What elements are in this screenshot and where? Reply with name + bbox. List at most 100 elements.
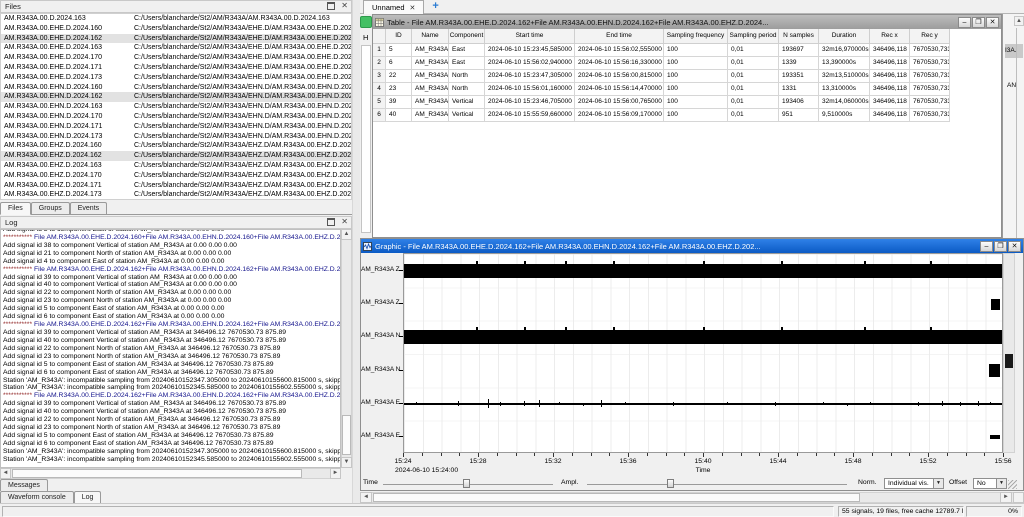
file-row[interactable]: AM.R343A.00.EHE.D.2024.162C:/Users/blanc… [1, 34, 351, 44]
vertical-splitter[interactable] [352, 0, 360, 503]
trace-label: AM_R343A Z [361, 266, 399, 273]
file-row[interactable]: AM.R343A.00.EHZ.D.2024.171C:/Users/blanc… [1, 181, 351, 191]
file-row[interactable]: AM.R343A.00.EHN.D.2024.163C:/Users/blanc… [1, 102, 351, 112]
plot-vscroll-thumb[interactable] [1005, 354, 1013, 368]
close-icon[interactable]: ✕ [1008, 241, 1021, 252]
tab-messages[interactable]: Messages [0, 479, 48, 491]
close-panel-icon[interactable]: ✕ [341, 218, 348, 226]
table-cell: 2024-06-10 15:56:02,555000 [575, 44, 664, 57]
file-row[interactable]: AM.R343A.00.EHZ.D.2024.173C:/Users/blanc… [1, 190, 351, 200]
file-path: C:/Users/blancharde/St2/AM/R343A/EHZ.D/A… [134, 161, 351, 171]
table-row[interactable]: 640AM_R343AVertical2024-06-10 15:55:59,6… [373, 109, 1001, 122]
file-row[interactable]: AM.R343A.00.EHZ.D.2024.162C:/Users/blanc… [1, 151, 351, 161]
file-row[interactable]: AM.R343A.00.EHN.D.2024.173C:/Users/blanc… [1, 132, 351, 142]
table-row[interactable]: 15AM_R343AEast2024-06-10 15:23:45,585000… [373, 44, 1001, 57]
float-panel-icon[interactable] [327, 2, 335, 10]
file-name: AM.R343A.00.EHN.D.2024.170 [1, 112, 134, 122]
log-hscroll-thumb[interactable] [12, 469, 302, 478]
scroll-up-icon[interactable]: ▲ [1014, 16, 1024, 26]
file-row[interactable]: AM.R343A.00.EHZ.D.2024.160C:/Users/blanc… [1, 141, 351, 151]
waveform-spike [847, 403, 848, 406]
trace-label: AM_R343A E [361, 399, 399, 406]
tab-groups[interactable]: Groups [31, 202, 70, 214]
file-path: C:/Users/blancharde/St2/AM/R343A/EHE.D/A… [134, 34, 351, 44]
column-header[interactable]: Sampling period [728, 29, 779, 44]
log-vscroll-thumb[interactable] [342, 415, 351, 455]
table-cell: 100 [664, 83, 728, 96]
table-cell: AM_R343A [412, 109, 449, 122]
column-header[interactable]: Rec x [870, 29, 910, 44]
file-path: C:/Users/blancharde/St2/AM/R343A/EHN.D/A… [134, 112, 351, 122]
file-row[interactable]: AM.R343A.00.D.2024.163C:/Users/blanchard… [1, 14, 351, 24]
file-row[interactable]: AM.R343A.00.EHZ.D.2024.163C:/Users/blanc… [1, 161, 351, 171]
column-header[interactable]: N samples [779, 29, 819, 44]
tab-files[interactable]: Files [0, 202, 31, 215]
file-row[interactable]: AM.R343A.00.EHE.D.2024.173C:/Users/blanc… [1, 73, 351, 83]
mdi-hscroll-thumb[interactable] [373, 493, 860, 502]
scroll-right-icon[interactable]: ► [330, 468, 341, 479]
scroll-left-icon[interactable]: ◄ [0, 468, 11, 479]
table-cell: 2024-06-10 15:56:16,330000 [575, 57, 664, 70]
waveform-bump [613, 261, 615, 264]
scroll-left-icon[interactable]: ◄ [360, 492, 372, 503]
file-row[interactable]: AM.R343A.00.EHE.D.2024.163C:/Users/blanc… [1, 43, 351, 53]
tab-waveform-console[interactable]: Waveform console [0, 491, 74, 503]
offset-select[interactable]: No ▼ [973, 478, 1007, 489]
column-header[interactable]: Component [449, 29, 485, 44]
column-header[interactable]: Name [412, 29, 449, 44]
side-strip-panel [361, 45, 371, 233]
file-row[interactable]: AM.R343A.00.EHN.D.2024.171C:/Users/blanc… [1, 122, 351, 132]
table-window-titlebar[interactable]: Table - File AM.R343A.00.EHE.D.2024.162+… [373, 15, 1001, 29]
table-row[interactable]: 26AM_R343AEast2024-06-10 15:56:02,940000… [373, 57, 1001, 70]
close-tab-icon[interactable]: ✕ [410, 4, 416, 12]
column-header[interactable]: ID [386, 29, 412, 44]
file-name: AM.R343A.00.EHN.D.2024.162 [1, 92, 134, 102]
float-panel-icon[interactable] [327, 218, 335, 226]
column-header[interactable]: Duration [819, 29, 870, 44]
norm-select[interactable]: Individual vis. ▼ [884, 478, 944, 489]
scroll-down-icon[interactable]: ▼ [341, 457, 352, 468]
close-icon[interactable]: ✕ [986, 17, 999, 28]
column-header[interactable]: Start time [485, 29, 575, 44]
table-row[interactable]: 423AM_R343ANorth2024-06-10 15:56:01,1600… [373, 83, 1001, 96]
scroll-right-icon[interactable]: ► [1000, 492, 1012, 503]
table-cell: 100 [664, 96, 728, 109]
run-button[interactable] [360, 16, 372, 28]
resize-grip[interactable] [1008, 480, 1017, 489]
table-row[interactable]: 322AM_R343ANorth2024-06-10 15:23:47,3050… [373, 70, 1001, 83]
file-row[interactable]: AM.R343A.00.EHE.D.2024.160C:/Users/blanc… [1, 24, 351, 34]
file-name: AM.R343A.00.EHZ.D.2024.160 [1, 141, 134, 151]
x-axis-minor-tick [628, 453, 629, 456]
column-header[interactable]: Rec y [910, 29, 950, 44]
time-slider-handle[interactable] [463, 479, 470, 488]
file-row[interactable]: AM.R343A.00.EHN.D.2024.170C:/Users/blanc… [1, 112, 351, 122]
close-panel-icon[interactable]: ✕ [341, 2, 348, 10]
norm-label: Norm. [858, 477, 877, 488]
table-row[interactable]: 539AM_R343AVertical2024-06-10 15:23:46,7… [373, 96, 1001, 109]
scroll-up-icon[interactable]: ▲ [341, 229, 352, 240]
file-row[interactable]: AM.R343A.00.EHN.D.2024.162C:/Users/blanc… [1, 92, 351, 102]
maximize-icon[interactable]: ❐ [994, 241, 1007, 252]
waveform-spike [416, 402, 417, 405]
column-header[interactable]: End time [575, 29, 664, 44]
log-separator-stars: *********** [3, 266, 34, 273]
add-tab-button[interactable]: + [424, 0, 446, 13]
waveform-plot[interactable] [403, 253, 1003, 453]
minimize-icon[interactable]: – [958, 17, 971, 28]
column-header[interactable]: Sampling frequency [664, 29, 728, 44]
file-row[interactable]: AM.R343A.00.EHZ.D.2024.170C:/Users/blanc… [1, 171, 351, 181]
maximize-icon[interactable]: ❐ [972, 17, 985, 28]
document-tab-unnamed[interactable]: Unnamed ✕ [363, 0, 424, 14]
table-cell: 1331 [779, 83, 819, 96]
ampl-slider[interactable] [587, 484, 847, 485]
ampl-slider-handle[interactable] [667, 479, 674, 488]
file-name: AM.R343A.00.EHE.D.2024.162 [1, 34, 134, 44]
plot-vscrollbar[interactable] [1003, 253, 1015, 453]
graphic-window-titlebar[interactable]: Graphic - File AM.R343A.00.EHE.D.2024.16… [361, 239, 1023, 253]
minimize-icon[interactable]: – [980, 241, 993, 252]
tab-events[interactable]: Events [70, 202, 107, 214]
table-header-row: IDNameComponentStart timeEnd timeSamplin… [373, 29, 1001, 44]
file-row[interactable]: AM.R343A.00.EHE.D.2024.171C:/Users/blanc… [1, 63, 351, 73]
file-row[interactable]: AM.R343A.00.EHN.D.2024.160C:/Users/blanc… [1, 83, 351, 93]
file-row[interactable]: AM.R343A.00.EHE.D.2024.170C:/Users/blanc… [1, 53, 351, 63]
